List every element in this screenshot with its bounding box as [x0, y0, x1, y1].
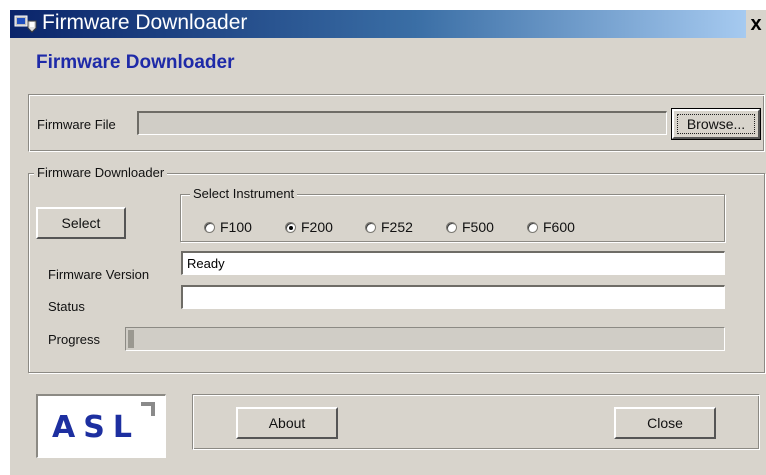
app-download-icon: [14, 13, 38, 35]
select-button[interactable]: Select: [36, 207, 126, 239]
focus-indicator: [677, 114, 755, 134]
logo-text: ASL: [52, 410, 140, 445]
status-label: Status: [48, 299, 85, 314]
radio-label: F200: [301, 219, 333, 235]
radio-button-checked-icon: [285, 221, 296, 233]
close-icon: x: [750, 13, 762, 35]
radio-label: F500: [462, 219, 494, 235]
radio-button-icon: [204, 221, 215, 233]
radio-button-icon: [527, 221, 538, 233]
select-button-label: Select: [61, 215, 101, 231]
radio-label: F252: [381, 219, 413, 235]
main-window: Firmware Downloader x Firmware Downloade…: [10, 10, 766, 475]
radio-f200[interactable]: F200: [285, 219, 333, 235]
radio-label: F100: [220, 219, 252, 235]
radio-label: F600: [543, 219, 575, 235]
browse-button[interactable]: Browse...: [671, 108, 761, 140]
radio-button-icon: [446, 221, 457, 233]
asl-logo: ASL: [36, 394, 166, 458]
about-button-label: About: [268, 415, 306, 431]
radio-f100[interactable]: F100: [204, 219, 252, 235]
window-close-button[interactable]: x: [746, 10, 766, 38]
radio-f500[interactable]: F500: [446, 219, 494, 235]
firmware-version-label: Firmware Version: [48, 267, 150, 282]
close-button[interactable]: Close: [614, 407, 716, 439]
app-heading: Firmware Downloader: [36, 52, 235, 73]
progress-label: Progress: [48, 332, 101, 347]
about-button[interactable]: About: [236, 407, 338, 439]
select-instrument-legend: Select Instrument: [190, 186, 298, 201]
firmware-downloader-legend: Firmware Downloader: [34, 165, 168, 180]
firmware-file-input[interactable]: [137, 111, 667, 135]
window-title: Firmware Downloader: [42, 11, 248, 34]
progress-fill: [128, 330, 134, 348]
radio-f600[interactable]: F600: [527, 219, 575, 235]
firmware-version-field[interactable]: [181, 251, 725, 275]
firmware-file-label: Firmware File: [37, 117, 116, 132]
title-bar[interactable]: Firmware Downloader: [10, 10, 746, 38]
progress-bar: [125, 327, 725, 351]
status-field[interactable]: [181, 285, 725, 309]
radio-button-icon: [365, 221, 376, 233]
radio-f252[interactable]: F252: [365, 219, 413, 235]
logo-corner-mark: [141, 402, 155, 416]
close-button-label: Close: [647, 415, 683, 431]
